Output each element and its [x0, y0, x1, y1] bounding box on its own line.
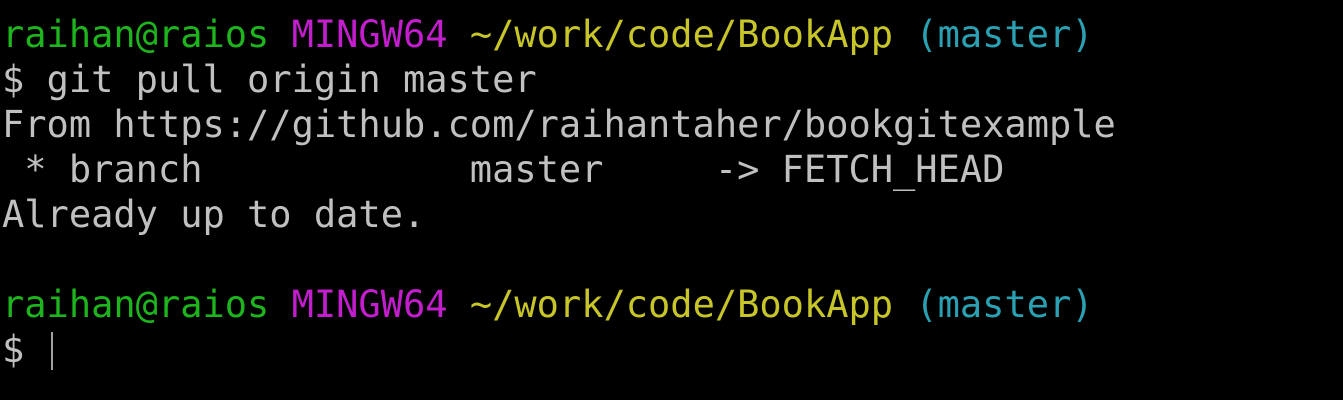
prompt-symbol: $ [2, 58, 25, 101]
prompt-header: raihan@raios MINGW64 ~/work/code/BookApp… [2, 12, 1343, 57]
command-text: git pull origin master [46, 58, 537, 101]
prompt-user-host: raihan@raios [2, 13, 270, 56]
terminal-window[interactable]: raihan@raios MINGW64 ~/work/code/BookApp… [0, 0, 1343, 400]
prompt-msystem: MINGW64 [291, 283, 448, 326]
prompt-user-host: raihan@raios [2, 283, 270, 326]
output-line: Already up to date. [2, 193, 426, 236]
command-line: $ git pull origin master [2, 57, 1343, 102]
prompt-msystem: MINGW64 [291, 13, 448, 56]
prompt-branch: (master) [915, 283, 1094, 326]
prompt-symbol: $ [2, 328, 25, 371]
prompt-path: ~/work/code/BookApp [469, 13, 894, 56]
input-line[interactable]: $ [2, 327, 1343, 372]
text-cursor [50, 332, 53, 370]
prompt-branch: (master) [915, 13, 1094, 56]
output-line: * branch master -> FETCH_HEAD [2, 148, 1005, 191]
prompt-header: raihan@raios MINGW64 ~/work/code/BookApp… [2, 282, 1343, 327]
output-line: From https://github.com/raihantaher/book… [2, 103, 1116, 146]
prompt-path: ~/work/code/BookApp [469, 283, 894, 326]
